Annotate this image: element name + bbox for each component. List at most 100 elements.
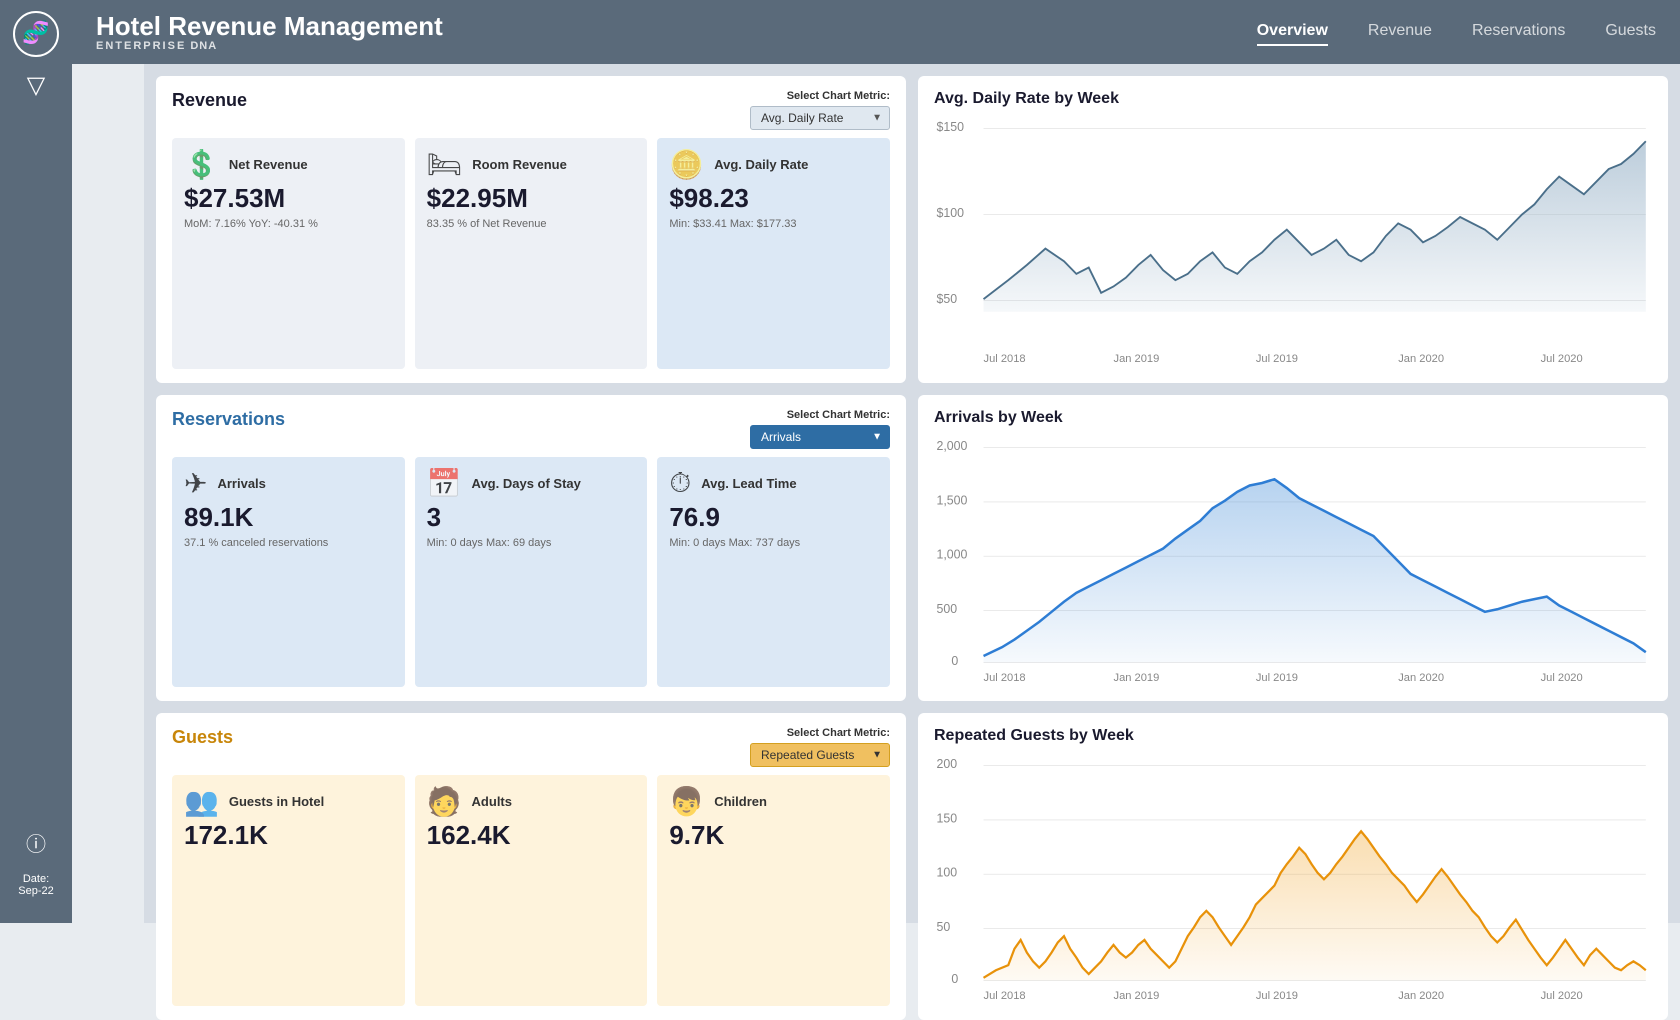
guests-chart-svg: 200 150 100 50 0 Jul 2018 Jan 2019 Jul 2… — [934, 753, 1652, 1006]
room-revenue-value: $22.95M — [427, 183, 636, 214]
nav-guests[interactable]: Guests — [1605, 18, 1656, 46]
svg-text:Jan 2019: Jan 2019 — [1114, 353, 1160, 365]
app-subtitle: ENTERPRISE DNA — [96, 40, 443, 52]
svg-text:150: 150 — [936, 812, 957, 826]
logo: 🧬 — [12, 10, 60, 63]
guests-hotel-label: Guests in Hotel — [229, 794, 324, 809]
svg-text:$100: $100 — [936, 206, 964, 220]
room-revenue-icon: 🛏 — [427, 148, 463, 181]
svg-text:Jul 2019: Jul 2019 — [1256, 990, 1298, 1002]
avg-lead-label: Avg. Lead Time — [701, 476, 796, 491]
revenue-metric-selector: Select Chart Metric: Avg. Daily Rate Net… — [750, 90, 890, 130]
svg-text:Jul 2020: Jul 2020 — [1541, 672, 1583, 684]
adults-card: 🧑 Adults 162.4K — [415, 775, 648, 1006]
children-card: 👦 Children 9.7K — [657, 775, 890, 1006]
avg-daily-rate-value: $98.23 — [669, 183, 878, 214]
svg-text:$150: $150 — [936, 120, 964, 134]
svg-text:500: 500 — [936, 602, 957, 616]
avg-days-sub: Min: 0 days Max: 69 days — [427, 537, 636, 549]
guests-hotel-icon: 👥 — [184, 785, 219, 818]
avg-lead-value: 76.9 — [669, 502, 878, 533]
net-revenue-label: Net Revenue — [229, 157, 308, 172]
svg-text:0: 0 — [951, 972, 958, 986]
svg-text:Jul 2018: Jul 2018 — [984, 990, 1026, 1002]
avg-lead-top: ⏱ Avg. Lead Time — [669, 467, 878, 500]
svg-text:Jul 2018: Jul 2018 — [984, 353, 1026, 365]
nav-reservations[interactable]: Reservations — [1472, 18, 1565, 46]
svg-text:Jul 2020: Jul 2020 — [1541, 990, 1583, 1002]
svg-text:100: 100 — [936, 866, 957, 880]
reservations-title: Reservations — [172, 409, 285, 430]
guests-metric-label: Select Chart Metric: — [787, 727, 890, 739]
svg-text:🧬: 🧬 — [22, 19, 49, 46]
avg-days-top: 📅 Avg. Days of Stay — [427, 467, 636, 500]
svg-text:Jan 2020: Jan 2020 — [1398, 353, 1444, 365]
revenue-metric-dropdown[interactable]: Avg. Daily Rate Net Revenue Room Revenue — [750, 106, 890, 130]
reservations-metric-label: Select Chart Metric: — [787, 409, 890, 421]
avg-daily-rate-icon: 🪙 — [669, 148, 704, 181]
net-revenue-sub: MoM: 7.16% YoY: -40.31 % — [184, 218, 393, 230]
filter-icon[interactable]: ▽ — [27, 71, 45, 100]
guests-metric-selector: Select Chart Metric: Repeated Guests Gue… — [750, 727, 890, 767]
revenue-dropdown-wrap: Avg. Daily Rate Net Revenue Room Revenue… — [750, 106, 890, 130]
info-icon[interactable]: ⓘ — [26, 828, 46, 857]
room-revenue-label: Room Revenue — [472, 157, 567, 172]
guests-dropdown-wrap: Repeated Guests Guests in Hotel Adults C… — [750, 743, 890, 767]
avg-days-label: Avg. Days of Stay — [472, 476, 581, 491]
guests-panel-header: Guests Select Chart Metric: Repeated Gue… — [172, 727, 890, 767]
svg-text:Jan 2019: Jan 2019 — [1114, 990, 1160, 1002]
guests-hotel-card: 👥 Guests in Hotel 172.1K — [172, 775, 405, 1006]
arrivals-icon: ✈ — [184, 467, 207, 500]
svg-text:2,000: 2,000 — [936, 439, 967, 453]
revenue-kpi-row: 💲 Net Revenue $27.53M MoM: 7.16% YoY: -4… — [172, 138, 890, 369]
guests-metric-dropdown[interactable]: Repeated Guests Guests in Hotel Adults C… — [750, 743, 890, 767]
net-revenue-top: 💲 Net Revenue — [184, 148, 393, 181]
app-title: Hotel Revenue Management — [96, 12, 443, 41]
reservations-metric-dropdown[interactable]: Arrivals Avg. Days of Stay Avg. Lead Tim… — [750, 425, 890, 449]
adults-top: 🧑 Adults — [427, 785, 636, 818]
arrivals-value: 89.1K — [184, 502, 393, 533]
svg-text:0: 0 — [951, 653, 958, 667]
arrivals-chart-panel: Arrivals by Week 2,000 1,500 1,000 500 0… — [918, 395, 1668, 702]
svg-text:1,500: 1,500 — [936, 493, 967, 507]
header-title: Hotel Revenue Management ENTERPRISE DNA — [96, 12, 443, 53]
svg-text:Jan 2020: Jan 2020 — [1398, 672, 1444, 684]
arrivals-sub: 37.1 % canceled reservations — [184, 537, 393, 549]
main-nav: Overview Revenue Reservations Guests — [1257, 18, 1656, 46]
svg-text:Jul 2018: Jul 2018 — [984, 672, 1026, 684]
sidebar-date: Date: Sep-22 — [18, 873, 53, 897]
children-value: 9.7K — [669, 820, 878, 851]
reservations-metric-selector: Select Chart Metric: Arrivals Avg. Days … — [750, 409, 890, 449]
arrivals-chart-title: Arrivals by Week — [934, 409, 1652, 427]
net-revenue-value: $27.53M — [184, 183, 393, 214]
svg-text:Jan 2019: Jan 2019 — [1114, 672, 1160, 684]
room-revenue-top: 🛏 Room Revenue — [427, 148, 636, 181]
nav-revenue[interactable]: Revenue — [1368, 18, 1432, 46]
guests-kpi-row: 👥 Guests in Hotel 172.1K 🧑 Adults 162.4K… — [172, 775, 890, 1006]
revenue-chart-area: $150 $100 $50 Jul 2018 Jan 2019 Jul 2019… — [934, 116, 1652, 369]
avg-days-value: 3 — [427, 502, 636, 533]
revenue-chart-svg: $150 $100 $50 Jul 2018 Jan 2019 Jul 2019… — [934, 116, 1652, 369]
revenue-chart-panel: Avg. Daily Rate by Week $150 $100 $50 Ju… — [918, 76, 1668, 383]
guests-hotel-top: 👥 Guests in Hotel — [184, 785, 393, 818]
avg-days-card: 📅 Avg. Days of Stay 3 Min: 0 days Max: 6… — [415, 457, 648, 688]
svg-text:50: 50 — [936, 920, 950, 934]
svg-text:200: 200 — [936, 757, 957, 771]
avg-lead-sub: Min: 0 days Max: 737 days — [669, 537, 878, 549]
revenue-panel-header: Revenue Select Chart Metric: Avg. Daily … — [172, 90, 890, 130]
reservations-dropdown-wrap: Arrivals Avg. Days of Stay Avg. Lead Tim… — [750, 425, 890, 449]
guests-chart-panel: Repeated Guests by Week 200 150 100 50 0… — [918, 713, 1668, 1020]
avg-daily-rate-sub: Min: $33.41 Max: $177.33 — [669, 218, 878, 230]
children-top: 👦 Children — [669, 785, 878, 818]
arrivals-card: ✈ Arrivals 89.1K 37.1 % canceled reserva… — [172, 457, 405, 688]
arrivals-chart-area: 2,000 1,500 1,000 500 0 Jul 2018 Jan 201… — [934, 435, 1652, 688]
nav-overview[interactable]: Overview — [1257, 18, 1328, 46]
adults-label: Adults — [472, 794, 512, 809]
net-revenue-card: 💲 Net Revenue $27.53M MoM: 7.16% YoY: -4… — [172, 138, 405, 369]
arrivals-top: ✈ Arrivals — [184, 467, 393, 500]
children-label: Children — [714, 794, 767, 809]
revenue-metric-label: Select Chart Metric: — [787, 90, 890, 102]
reservations-panel-header: Reservations Select Chart Metric: Arriva… — [172, 409, 890, 449]
reservations-panel: Reservations Select Chart Metric: Arriva… — [156, 395, 906, 702]
avg-daily-rate-top: 🪙 Avg. Daily Rate — [669, 148, 878, 181]
